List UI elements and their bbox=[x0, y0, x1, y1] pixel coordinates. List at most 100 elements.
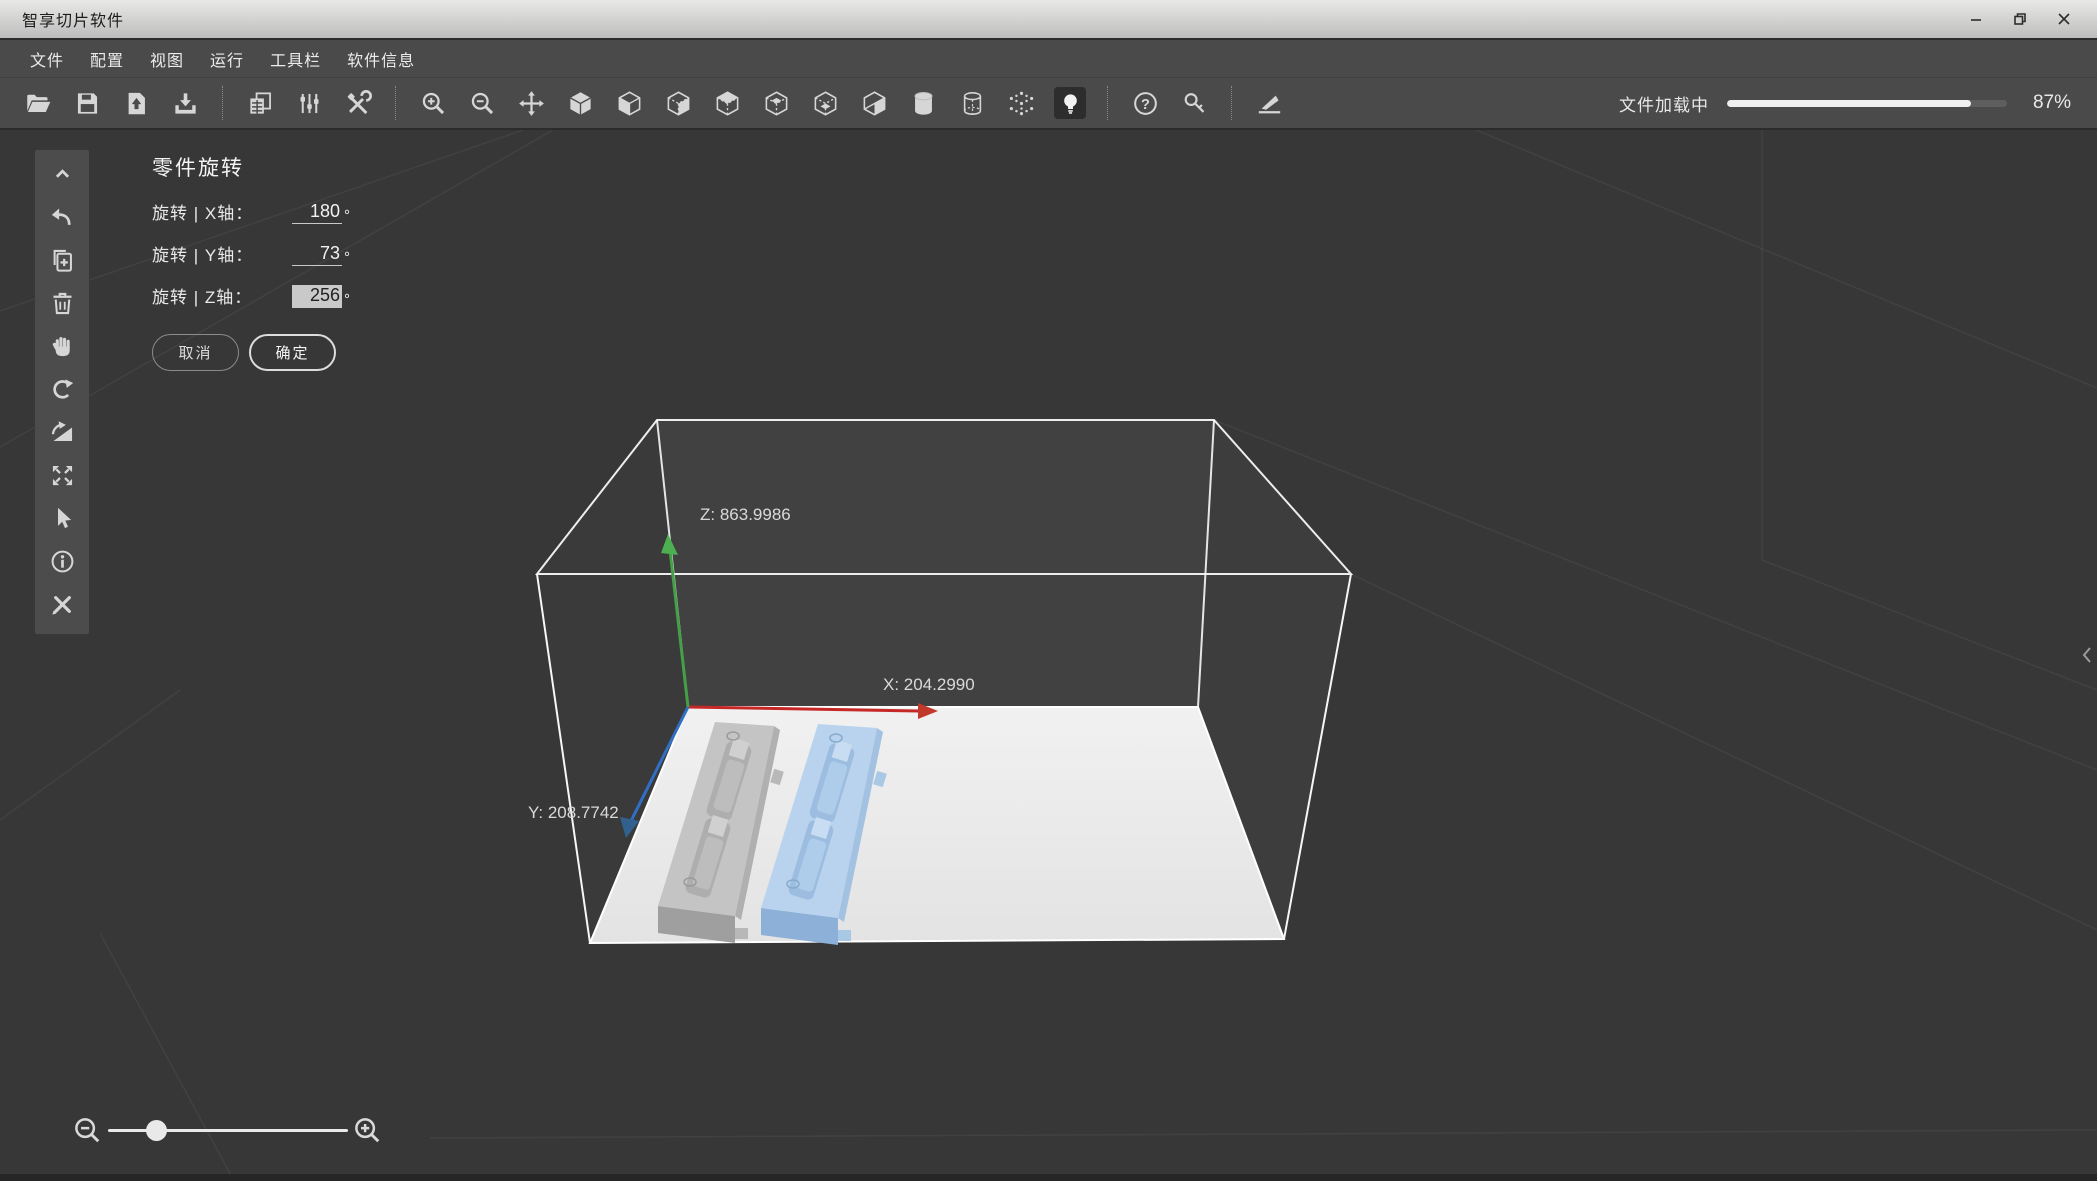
rotation-x-input[interactable]: 180 bbox=[292, 201, 342, 224]
rotation-z-input[interactable]: 256 bbox=[292, 285, 342, 308]
cylinder-solid-button[interactable] bbox=[907, 87, 939, 119]
edit-tools-button[interactable] bbox=[45, 588, 79, 620]
zoom-out-button[interactable] bbox=[72, 1115, 102, 1145]
cylinder-wire-button[interactable] bbox=[956, 87, 988, 119]
zoom-slider-track[interactable] bbox=[108, 1119, 348, 1141]
point-cloud-button[interactable] bbox=[1005, 87, 1037, 119]
toolbar-separator bbox=[222, 86, 223, 120]
duplicate-icon bbox=[53, 249, 72, 272]
rotation-row-z: 旋转 | Z轴： 256 ° bbox=[152, 283, 392, 308]
rotation-z-unit: ° bbox=[344, 291, 350, 308]
toolbar-separator bbox=[395, 86, 396, 120]
pan-button[interactable] bbox=[45, 330, 79, 362]
right-panel-collapse-button[interactable] bbox=[2079, 642, 2095, 668]
delete-button[interactable] bbox=[45, 287, 79, 319]
key-button[interactable] bbox=[1178, 87, 1210, 119]
cube-face-top-button[interactable] bbox=[760, 87, 792, 119]
parameters-icon bbox=[300, 93, 318, 113]
view-zoom-control bbox=[72, 1112, 384, 1148]
menu-file[interactable]: 文件 bbox=[30, 47, 64, 71]
zoom-in-button[interactable] bbox=[417, 87, 449, 119]
zoom-out-button[interactable] bbox=[466, 87, 498, 119]
zoom-out-icon bbox=[471, 92, 493, 114]
rotation-x-label: 旋转 | X轴： bbox=[152, 204, 254, 223]
cylinder-solid-icon bbox=[914, 91, 932, 115]
cube-face-bottom-icon bbox=[814, 90, 836, 116]
cube-solid-icon bbox=[569, 91, 591, 115]
info-icon bbox=[51, 550, 73, 572]
info-button[interactable] bbox=[45, 545, 79, 577]
menu-bar: 文件 配置 视图 运行 工具栏 软件信息 bbox=[0, 40, 2097, 78]
close-button[interactable] bbox=[2049, 6, 2079, 32]
fit-view-button[interactable] bbox=[45, 459, 79, 491]
axis-y-label: Y: 208.7742 bbox=[528, 803, 619, 822]
mirror-scale-button[interactable] bbox=[45, 416, 79, 448]
duplicate-button[interactable] bbox=[45, 244, 79, 276]
cube-section-button[interactable] bbox=[858, 87, 890, 119]
menu-view[interactable]: 视图 bbox=[150, 47, 184, 71]
zoom-slider-thumb[interactable] bbox=[145, 1119, 167, 1141]
load-progress: 文件加载中 87% bbox=[1619, 91, 2071, 116]
svg-text:?: ? bbox=[1141, 96, 1150, 112]
toolbar-separator bbox=[1231, 86, 1232, 120]
zoom-in-button[interactable] bbox=[352, 1115, 382, 1145]
rotation-y-input[interactable]: 73 bbox=[292, 243, 342, 266]
part-rotation-panel: 零件旋转 旋转 | X轴： 180 ° 旋转 | Y轴： 73 ° 旋转 | Z… bbox=[152, 152, 392, 371]
confirm-button[interactable]: 确定 bbox=[249, 334, 336, 371]
import-file-button[interactable] bbox=[120, 87, 152, 119]
save-file-button[interactable] bbox=[71, 87, 103, 119]
open-file-icon bbox=[26, 94, 50, 112]
cancel-button[interactable]: 取消 bbox=[152, 334, 239, 371]
undo-button[interactable] bbox=[45, 201, 79, 233]
progress-bar bbox=[1727, 99, 2007, 107]
blade-button[interactable] bbox=[1253, 87, 1285, 119]
collapse-up-icon bbox=[55, 168, 69, 178]
blade-icon bbox=[1258, 95, 1280, 113]
axis-z-label: Z: 863.9986 bbox=[700, 505, 791, 524]
restore-button[interactable] bbox=[2005, 6, 2035, 32]
edit-tools-icon bbox=[51, 595, 71, 615]
move-button[interactable] bbox=[515, 87, 547, 119]
collapse-up-button[interactable] bbox=[45, 158, 79, 190]
cube-face-bottom-button[interactable] bbox=[809, 87, 841, 119]
menu-config[interactable]: 配置 bbox=[90, 47, 124, 71]
copy-config-icon bbox=[249, 91, 271, 114]
cube-face-front-button[interactable] bbox=[613, 87, 645, 119]
light-button[interactable] bbox=[1054, 87, 1086, 119]
menu-software-info[interactable]: 软件信息 bbox=[347, 47, 415, 71]
minimize-icon bbox=[1971, 19, 1981, 21]
bottom-edge bbox=[0, 1174, 2097, 1181]
select-button[interactable] bbox=[45, 502, 79, 534]
side-toolbar bbox=[35, 150, 89, 634]
app-title: 智享切片软件 bbox=[22, 13, 125, 30]
undo-icon bbox=[51, 208, 71, 225]
rotate-button[interactable] bbox=[45, 373, 79, 405]
cube-face-left-icon bbox=[667, 90, 689, 116]
cube-face-left-button[interactable] bbox=[662, 87, 694, 119]
cube-face-right-button[interactable] bbox=[711, 87, 743, 119]
help-button[interactable]: ? bbox=[1129, 87, 1161, 119]
close-icon bbox=[2058, 13, 2070, 25]
cube-solid-button[interactable] bbox=[564, 87, 596, 119]
menu-run[interactable]: 运行 bbox=[210, 47, 244, 71]
zoom-in-icon bbox=[355, 1118, 380, 1143]
minimize-button[interactable] bbox=[1961, 6, 1991, 32]
rotation-y-unit: ° bbox=[344, 249, 350, 266]
viewport-3d[interactable]: Z: 863.9986 X: 204.2990 Y: 208.7742 零件旋转… bbox=[0, 130, 2097, 1181]
open-file-button[interactable] bbox=[22, 87, 54, 119]
parameters-button[interactable] bbox=[293, 87, 325, 119]
copy-config-button[interactable] bbox=[244, 87, 276, 119]
export-file-button[interactable] bbox=[169, 87, 201, 119]
cube-face-front-icon bbox=[618, 90, 640, 116]
cube-section-icon bbox=[863, 90, 885, 116]
panel-title: 零件旋转 bbox=[152, 157, 244, 180]
help-icon: ? bbox=[1133, 91, 1157, 115]
zoom-in-icon bbox=[422, 92, 444, 114]
rotation-row-x: 旋转 | X轴： 180 ° bbox=[152, 199, 392, 224]
tools-button[interactable] bbox=[342, 87, 374, 119]
menu-toolbar[interactable]: 工具栏 bbox=[270, 47, 321, 71]
point-cloud-icon bbox=[1009, 91, 1033, 115]
cube-face-right-icon bbox=[716, 90, 738, 116]
progress-label: 文件加载中 bbox=[1619, 95, 1709, 115]
toolbar-separator bbox=[1107, 86, 1108, 120]
